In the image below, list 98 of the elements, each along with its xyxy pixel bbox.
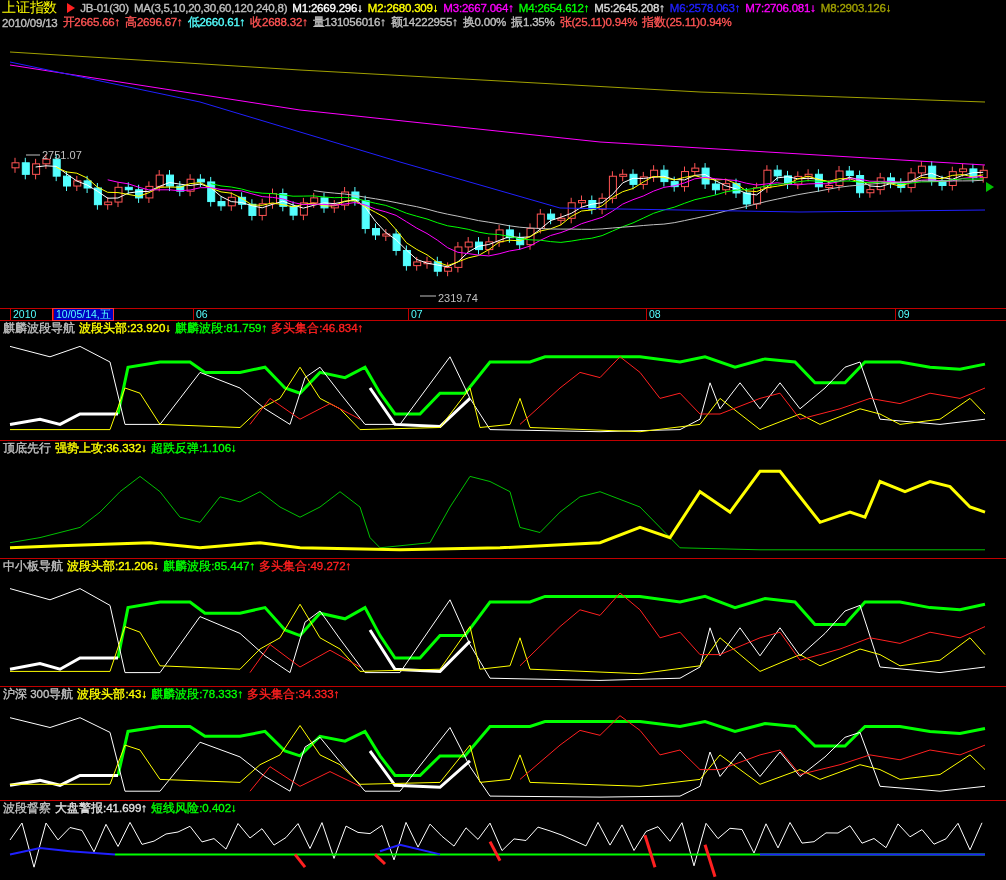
- candlestick: [21, 157, 30, 180]
- indicator-title: 沪深 300导航: [3, 687, 74, 702]
- indicator-value: 麒麟波段:78.333↑: [151, 687, 244, 702]
- indicator-value: 波段头部:21.206↓: [67, 559, 160, 574]
- indicator-value: 短线风险:0.402↓: [151, 801, 237, 816]
- candlestick: [660, 164, 669, 188]
- candlestick: [588, 195, 597, 215]
- candlestick: [176, 180, 185, 197]
- indicator-title: 波段督察: [3, 801, 51, 816]
- candlestick: [639, 171, 648, 190]
- candlestick: [227, 191, 236, 212]
- candlestick: [289, 200, 298, 221]
- quote-value: 量131056016↑: [312, 15, 386, 30]
- indicator-value: 强势上攻:36.332↓: [55, 441, 148, 456]
- quote-value: 收2688.32↑: [250, 15, 308, 30]
- leader-line: [25, 154, 41, 156]
- indicator-value: 超跌反弹:1.106↓: [151, 441, 237, 456]
- candlestick: [959, 163, 968, 178]
- price-label: 2751.07: [42, 149, 82, 161]
- candlestick: [258, 198, 267, 221]
- triangle-marker-icon: [986, 182, 994, 192]
- candlestick: [145, 180, 154, 204]
- date-axis-label: 08: [646, 309, 663, 320]
- ma-params: MA(3,5,10,20,30,60,120,240,8): [133, 1, 288, 14]
- candlestick: [917, 160, 926, 179]
- indicator-value: 多头集合:49.272↑: [259, 559, 352, 574]
- candlestick: [238, 191, 247, 210]
- ma-value: M8:2903.126↓: [820, 1, 892, 14]
- indicator-value: 大盘警报:41.699↑: [55, 801, 148, 816]
- indicator-value: 麒麟波段:85.447↑: [163, 559, 256, 574]
- quote-value: 换0.00%: [462, 15, 507, 30]
- ma-value: M1:2669.296↓: [292, 1, 363, 14]
- candlestick: [495, 224, 504, 248]
- indicator-value: 多头集合:34.333↑: [247, 687, 340, 702]
- ma-value: M6:2578.063↑: [669, 1, 741, 14]
- candlestick: [341, 186, 350, 211]
- candlestick: [279, 188, 288, 212]
- candlestick: [979, 164, 988, 184]
- indicator-value: 波段头部:23.920↓: [79, 321, 172, 336]
- candlestick: [670, 176, 679, 193]
- candlestick: [73, 175, 82, 192]
- candlestick: [722, 178, 731, 196]
- date-axis-label: 09: [895, 309, 912, 320]
- candlestick: [485, 236, 494, 256]
- candlestick: [299, 197, 308, 221]
- indicator-value: 麒麟波段:81.759↑: [175, 321, 268, 336]
- ma-value: M4:2654.612↑: [518, 1, 590, 14]
- quote-value: 开2665.66↑: [62, 15, 121, 30]
- candlestick: [742, 187, 751, 210]
- quote-value: 低2660.61↑: [187, 15, 246, 30]
- candlestick: [969, 163, 978, 184]
- quote-value: 指数(25.11)0.94%: [642, 15, 732, 30]
- indicator-value: 多头集合:46.834↑: [271, 321, 364, 336]
- date-axis-label: 07: [408, 309, 425, 320]
- candlestick: [753, 182, 762, 210]
- candlestick: [547, 208, 556, 225]
- index-title: 上证指数: [2, 0, 58, 17]
- date-axis-label: 06: [193, 309, 210, 320]
- candlestick: [310, 192, 319, 209]
- candlestick: [681, 166, 689, 193]
- indicator-title: 中小板导航: [3, 559, 63, 574]
- candlestick: [248, 198, 257, 221]
- date-axis-label: 10/05/14,五: [53, 309, 113, 320]
- candlestick: [32, 158, 41, 180]
- candlestick: [650, 164, 659, 183]
- candlestick: [155, 169, 164, 192]
- candlestick: [11, 157, 20, 174]
- candlestick: [536, 208, 545, 234]
- candlestick: [413, 256, 422, 272]
- ma-value: M3:2667.064↑: [443, 1, 514, 14]
- candlestick: [732, 178, 741, 199]
- quote-value: 额14222955↑: [390, 15, 458, 30]
- indicator-value: 波段头部:43↓: [77, 687, 148, 702]
- candlestick: [166, 169, 174, 192]
- ma-value: M2:2680.309↓: [367, 1, 439, 14]
- candlestick: [372, 223, 380, 241]
- price-label: 2319.74: [438, 292, 478, 304]
- indicator-title: 顶底先行: [3, 441, 51, 456]
- quote-value: 振1.35%: [511, 15, 555, 30]
- candlestick: [269, 188, 277, 210]
- leader-line: [419, 295, 437, 297]
- flag-icon: [66, 2, 76, 13]
- quote-value: 高2696.67↑: [125, 15, 183, 30]
- candlestick: [505, 224, 514, 244]
- candlestick: [402, 245, 411, 272]
- candlestick: [135, 184, 144, 204]
- ma-value: M7:2706.081↓: [745, 1, 816, 14]
- candlestick: [887, 172, 895, 189]
- candlestick: [578, 195, 586, 209]
- candlestick: [784, 170, 792, 190]
- quote-date: 2010/09/13: [2, 16, 58, 29]
- candlestick: [475, 236, 483, 256]
- quote-value: 张(25.11)0.94%: [559, 15, 638, 30]
- candlestick: [794, 170, 803, 190]
- ma-value: M5:2645.208↑: [594, 1, 665, 14]
- indicator-title: 麒麟波段导航: [3, 321, 75, 336]
- date-axis-label: 2010: [10, 309, 39, 320]
- formula-name: JB-01(30): [80, 1, 129, 14]
